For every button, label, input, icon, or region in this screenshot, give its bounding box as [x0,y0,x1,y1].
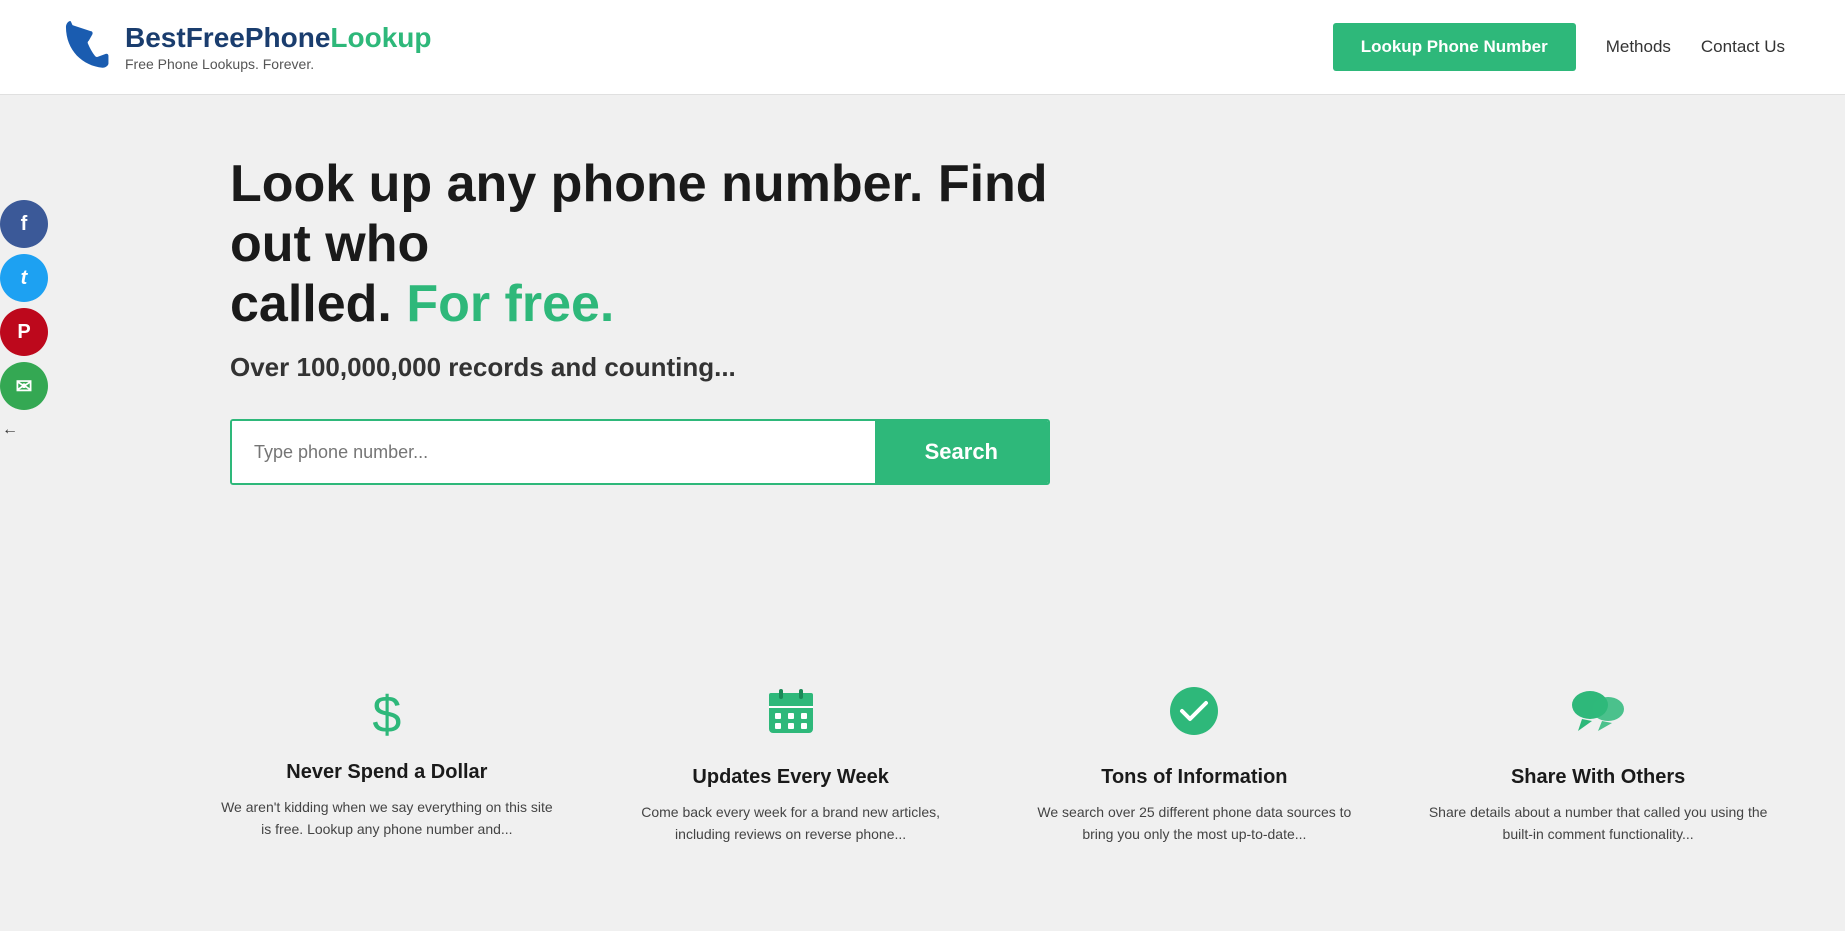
hero-subtitle: Over 100,000,000 records and counting... [230,352,1785,383]
search-bar: Search [230,419,1050,485]
feature-never-spend: $ Never Spend a Dollar We aren't kidding… [200,665,574,866]
hero-title: Look up any phone number. Find out who c… [230,155,1050,334]
logo-best: Best [125,22,186,53]
pinterest-button[interactable]: P [0,308,48,356]
contact-us-link[interactable]: Contact Us [1701,37,1785,57]
site-header: BestFreePhoneLookup Free Phone Lookups. … [0,0,1845,95]
feature-share-title: Share With Others [1511,766,1685,789]
logo-phone: Phone [245,22,331,53]
feature-updates-desc: Come back every week for a brand new art… [619,801,963,846]
logo: BestFreePhoneLookup Free Phone Lookups. … [60,15,432,80]
lookup-phone-button[interactable]: Lookup Phone Number [1333,23,1576,71]
feature-share-desc: Share details about a number that called… [1426,801,1770,846]
feature-tons-info-title: Tons of Information [1101,766,1287,789]
feature-tons-info: Tons of Information We search over 25 di… [1008,665,1382,866]
feature-tons-info-desc: We search over 25 different phone data s… [1023,801,1367,846]
hero-title-text: Look up any phone number. Find out who [230,155,1048,273]
dollar-icon: $ [372,685,401,745]
social-collapse-arrow[interactable]: ← [0,420,20,440]
twitter-icon: t [21,267,28,290]
logo-tagline: Free Phone Lookups. Forever. [125,56,432,72]
twitter-button[interactable]: t [0,254,48,302]
facebook-button[interactable]: f [0,200,48,248]
search-button[interactable]: Search [875,421,1048,483]
email-button[interactable]: ✉ [0,362,48,410]
phone-logo-icon [60,15,115,80]
hero-title-called: called. [230,275,392,333]
facebook-icon: f [21,213,28,236]
email-icon: ✉ [16,374,33,399]
methods-link[interactable]: Methods [1606,37,1671,57]
feature-never-spend-desc: We aren't kidding when we say everything… [215,796,559,841]
main-nav: Lookup Phone Number Methods Contact Us [1333,23,1785,71]
hero-section: Look up any phone number. Find out who c… [0,95,1845,635]
features-section: $ Never Spend a Dollar We aren't kidding… [0,635,1845,906]
logo-lookup: Lookup [330,22,431,53]
logo-text: BestFreePhoneLookup Free Phone Lookups. … [125,22,432,72]
social-sidebar: f t P ✉ ← [0,200,48,440]
chat-bubble-icon [1568,685,1628,750]
logo-free: Free [186,22,245,53]
checkmark-circle-icon [1168,685,1220,750]
feature-never-spend-title: Never Spend a Dollar [286,761,487,784]
phone-search-input[interactable] [232,421,875,483]
feature-share: Share With Others Share details about a … [1411,665,1785,866]
calendar-icon [765,685,817,750]
feature-updates-title: Updates Every Week [692,766,888,789]
pinterest-icon: P [17,321,30,344]
hero-title-free: For free. [406,275,614,333]
feature-updates: Updates Every Week Come back every week … [604,665,978,866]
